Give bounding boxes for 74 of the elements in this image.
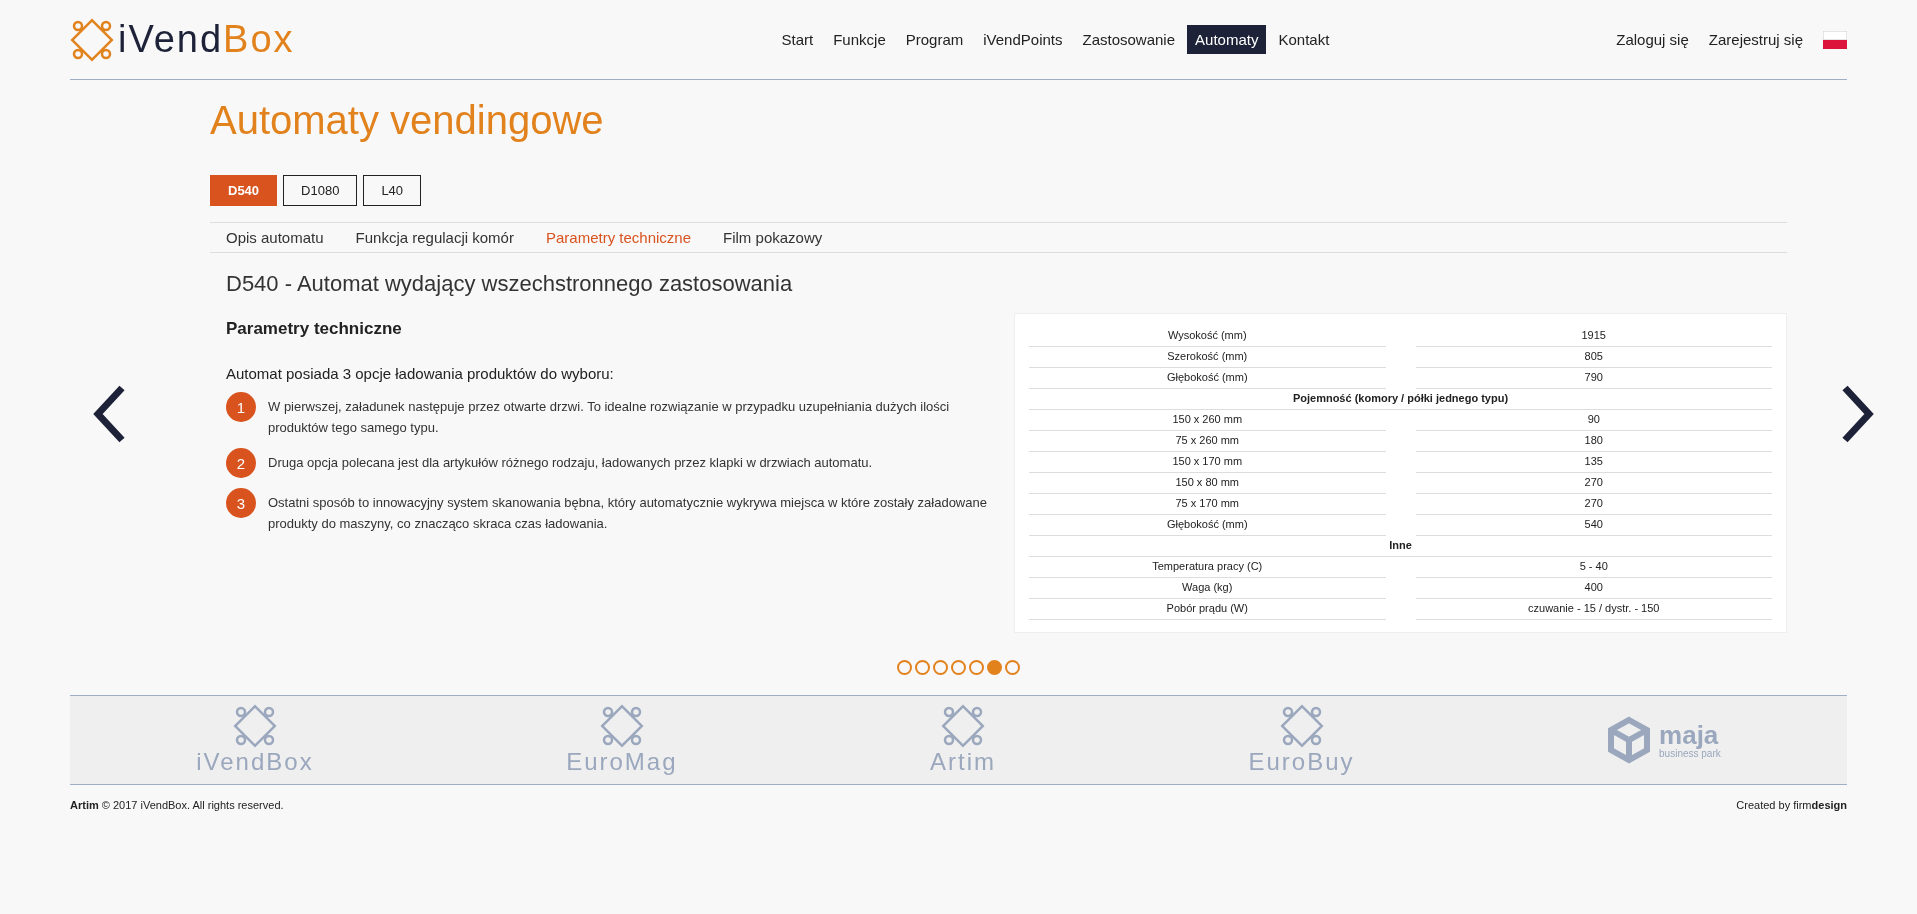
section-tab[interactable]: Funkcja regulacji komór [355, 229, 514, 246]
product-title: D540 - Automat wydający wszechstronnego zastosowania [226, 271, 794, 297]
nav-link[interactable]: Start [773, 25, 822, 54]
table-cell: 270 [1415, 473, 1772, 494]
logo-emblem-icon [599, 704, 644, 748]
partner-name: maja [1659, 721, 1719, 748]
table-section-header: Inne [1029, 536, 1772, 557]
number-badge: 3 [226, 488, 256, 518]
table-cell: Temperatura pracy (C) [1029, 557, 1386, 578]
credit-text: Created by firmdesign [1736, 799, 1847, 811]
section-tab[interactable]: Parametry techniczne [545, 229, 692, 246]
brand-logo-text: iVendBox [118, 18, 295, 61]
copyright-text: Artim © 2017 iVendBox. All rights reserved. [70, 799, 284, 811]
table-cell: Wysokość (mm) [1029, 326, 1386, 347]
slider-dot[interactable] [915, 660, 930, 675]
nav-link[interactable]: iVendPoints [975, 25, 1071, 54]
partner-name: EuroBuy [1248, 748, 1355, 776]
partner-name: iVendBox [196, 748, 314, 776]
logo-emblem-icon [70, 17, 114, 62]
table-cell: Głębokość (mm) [1029, 368, 1386, 389]
partner-name: EuroMag [566, 748, 678, 776]
table-cell: 400 [1415, 578, 1772, 599]
section-heading: Parametry techniczne [226, 319, 403, 339]
nav-link[interactable]: Automaty [1187, 25, 1267, 54]
table-cell: 150 x 80 mm [1029, 473, 1386, 494]
model-tab[interactable]: D1080 [283, 175, 358, 206]
logo-emblem-icon [232, 704, 277, 748]
option-text: Druga opcja polecana jest dla artykułów różnego rodzaju, ładowanych przez klapki w drzwiach automatu. [268, 454, 873, 472]
table-cell: 540 [1415, 515, 1772, 536]
number-badge: 2 [226, 448, 256, 478]
account-link[interactable]: Zaloguj się [1616, 31, 1689, 48]
table-cell: 75 x 260 mm [1029, 431, 1386, 452]
section-tab[interactable]: Opis automatu [226, 229, 324, 246]
partner-name: Artim [930, 748, 996, 776]
option-text: W pierwszej, załadunek następuje przez otwarte drzwi. To idealne rozwiązanie w przypadku uzupełniania dużych ilości produktów tego samego typu. [268, 398, 951, 437]
table-cell: Głębokość (mm) [1029, 515, 1386, 536]
slider-dot[interactable] [951, 660, 966, 675]
table-cell: 1915 [1415, 326, 1772, 347]
table-cell: Pobór prądu (W) [1029, 599, 1386, 620]
model-tab[interactable]: D540 [210, 175, 278, 206]
table-cell: 805 [1415, 347, 1772, 368]
slider-dot[interactable] [987, 660, 1002, 675]
logo-emblem-icon [1279, 704, 1324, 748]
account-link[interactable]: Zarejestruj się [1708, 31, 1803, 48]
polish-flag-icon[interactable] [1823, 30, 1847, 49]
table-cell: czuwanie - 15 / dystr. - 150 [1415, 599, 1772, 620]
table-cell: 150 x 260 mm [1029, 410, 1386, 431]
page-title: Automaty vendingowe [210, 97, 605, 144]
table-cell: 5 - 40 [1415, 557, 1772, 578]
cube-logo-icon [1607, 716, 1652, 764]
number-badge: 1 [226, 392, 256, 422]
slider-dot[interactable] [1005, 660, 1020, 675]
table-cell: 790 [1415, 368, 1772, 389]
logo-emblem-icon [941, 704, 985, 748]
nav-link[interactable]: Program [897, 25, 972, 54]
nav-link[interactable]: Zastosowanie [1074, 25, 1184, 54]
section-tab[interactable]: Film pokazowy [723, 229, 823, 246]
table-cell: Waga (kg) [1029, 578, 1386, 599]
model-tab[interactable]: L40 [363, 175, 422, 206]
slider-dot[interactable] [897, 660, 912, 675]
table-section-header: Pojemność (komory / półki jednego typu) [1029, 389, 1772, 410]
intro-text: Automat posiada 3 opcje ładowania produktów do wyboru: [226, 365, 615, 382]
table-cell: Szerokość (mm) [1029, 347, 1386, 368]
slider-dot[interactable] [933, 660, 948, 675]
nav-link[interactable]: Funkcje [825, 25, 894, 54]
table-cell: 135 [1415, 452, 1772, 473]
table-cell: 270 [1415, 494, 1772, 515]
option-text: Ostatni sposób to innowacyjny system skanowania bębna, który automatycznie wykrywa miejsca w które zostały załadowane produkty do maszyny, co znacząco skraca czas ładowania. [268, 494, 988, 533]
table-cell: 75 x 170 mm [1029, 494, 1386, 515]
table-cell: 150 x 170 mm [1029, 452, 1386, 473]
table-cell: 180 [1415, 431, 1772, 452]
table-cell: 90 [1415, 410, 1772, 431]
slider-dot[interactable] [969, 660, 984, 675]
nav-link[interactable]: Kontakt [1270, 25, 1338, 54]
